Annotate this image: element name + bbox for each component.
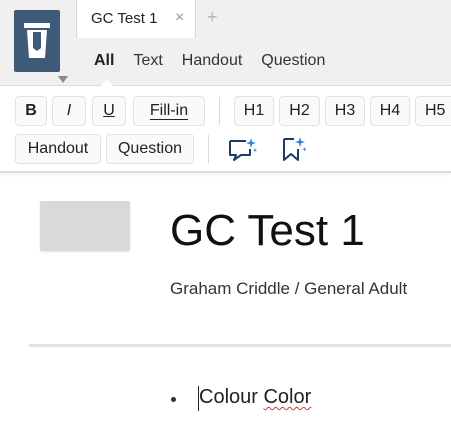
document-title[interactable]: GC Test 1 <box>170 206 365 256</box>
tab-gc-test-1[interactable]: GC Test 1 × <box>76 0 196 38</box>
tab-bar: GC Test 1 × + All Text Handout Question <box>0 0 451 86</box>
misspelled-word[interactable]: Color <box>263 386 311 408</box>
bold-button[interactable]: B <box>15 96 47 126</box>
heading-2-button[interactable]: H2 <box>279 96 320 126</box>
document-thumbnail[interactable] <box>40 201 130 251</box>
sparkle-bookmark-icon[interactable] <box>276 134 310 164</box>
question-button[interactable]: Question <box>106 134 194 164</box>
heading-1-button[interactable]: H1 <box>234 96 274 126</box>
add-tab-icon[interactable]: + <box>207 7 218 28</box>
subtab-question[interactable]: Question <box>261 52 325 74</box>
active-subtab-indicator <box>101 79 113 86</box>
list-item-word: Colour <box>199 386 258 408</box>
toolbar-divider <box>208 135 209 163</box>
trash-bin-logo-icon <box>14 10 60 72</box>
toolbar-divider <box>219 97 220 125</box>
tab-title: GC Test 1 <box>91 10 158 27</box>
italic-button[interactable]: I <box>52 96 86 126</box>
subtab-text[interactable]: Text <box>133 52 162 74</box>
subtab-all[interactable]: All <box>94 52 114 74</box>
list-bullet <box>171 397 176 402</box>
handout-button[interactable]: Handout <box>15 134 101 164</box>
heading-4-button[interactable]: H4 <box>370 96 410 126</box>
sparkle-speech-bubble-icon[interactable] <box>225 134 259 164</box>
close-icon[interactable]: × <box>175 9 184 27</box>
app-logo[interactable] <box>14 10 60 72</box>
bullet-list-item[interactable]: Colour Color <box>199 386 311 409</box>
app-menu-caret-icon[interactable] <box>58 76 68 83</box>
underline-button[interactable]: U <box>92 96 126 126</box>
section-divider <box>29 344 451 347</box>
fill-in-button[interactable]: Fill-in <box>133 96 205 126</box>
formatting-toolbar: B I U Fill-in H1 H2 H3 H4 H5 Handout Que… <box>0 87 451 173</box>
subtab-handout[interactable]: Handout <box>182 52 243 74</box>
heading-5-button[interactable]: H5 <box>415 96 451 126</box>
heading-3-button[interactable]: H3 <box>325 96 365 126</box>
document-subtitle: Graham Criddle / General Adult <box>170 279 408 298</box>
view-filter-tabs: All Text Handout Question <box>94 52 344 74</box>
